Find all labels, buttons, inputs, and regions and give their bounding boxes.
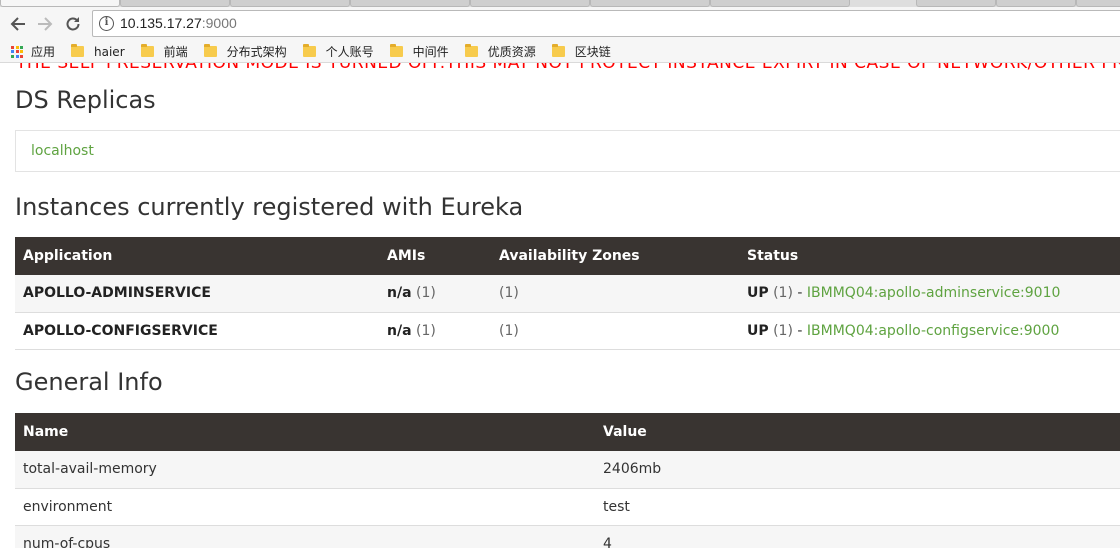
table-row: environment test [15, 488, 1120, 526]
bookmark-folder-label: 中间件 [412, 45, 449, 59]
status-count: (1) [773, 322, 793, 339]
folder-icon [464, 44, 478, 57]
tab[interactable] [710, 0, 850, 7]
bookmarks-bar: 应用 haier 前端 分布式架构 个人账号 中间件 优质资源 区块链 [0, 41, 1120, 63]
amis-cell: n/a (1) [379, 312, 491, 350]
amis-value: n/a [387, 322, 412, 339]
info-name: num-of-cpus [15, 525, 595, 548]
bookmark-folder-resources[interactable]: 优质资源 [464, 43, 536, 60]
info-name: environment [15, 488, 595, 526]
page-viewport: THE SELF PRESERVATION MODE IS TURNED OFF… [0, 63, 1120, 548]
column-header: AMIs [379, 237, 491, 275]
tab[interactable] [230, 0, 350, 7]
table-row: APOLLO-CONFIGSERVICE n/a (1) (1) UP (1) … [15, 312, 1120, 350]
bookmark-folder-label: haier [94, 44, 125, 59]
ds-replicas-list: localhost [15, 130, 1120, 172]
table-row: APOLLO-ADMINSERVICE n/a (1) (1) UP (1) -… [15, 275, 1120, 313]
bookmark-apps-label: 应用 [31, 45, 56, 59]
table-header-row: Name Value [15, 413, 1120, 451]
bookmark-folder-blockchain[interactable]: 区块链 [551, 43, 611, 60]
tab[interactable] [470, 0, 590, 7]
info-value: test [595, 488, 1120, 526]
bookmark-folder-distributed[interactable]: 分布式架构 [203, 43, 287, 60]
column-header: Value [595, 413, 1120, 451]
amis-count: (1) [415, 322, 436, 339]
status-cell: UP (1) - IBMMQ04:apollo-configservice:90… [739, 312, 1120, 350]
url-host: 10.135.17.27 [120, 15, 202, 31]
reload-icon [66, 17, 80, 31]
general-info-table: Name Value total-avail-memory 2406mb env… [15, 413, 1120, 548]
bookmark-folder-accounts[interactable]: 个人账号 [302, 43, 374, 60]
bookmark-folder-label: 前端 [163, 45, 188, 59]
tab[interactable] [120, 0, 230, 7]
amis-cell: n/a (1) [379, 275, 491, 313]
bookmark-folder-label: 优质资源 [487, 45, 536, 59]
general-info-title: General Info [15, 368, 163, 396]
instance-link[interactable]: IBMMQ04:apollo-configservice:9000 [807, 323, 1059, 339]
column-header: Status [739, 237, 1120, 275]
bookmark-folder-haier[interactable]: haier [71, 44, 125, 59]
application-name: APOLLO-ADMINSERVICE [15, 275, 379, 313]
tab-active[interactable] [0, 0, 120, 7]
table-row: num-of-cpus 4 [15, 525, 1120, 548]
back-arrow-icon [10, 17, 25, 31]
address-bar[interactable]: i 10.135.17.27:9000 [92, 10, 1120, 37]
amis-value: n/a [387, 285, 412, 302]
tab[interactable] [350, 0, 470, 7]
apps-grid-icon [11, 45, 23, 58]
folder-icon [203, 44, 217, 57]
tab-strip [0, 0, 1120, 7]
bookmark-folder-middleware[interactable]: 中间件 [389, 43, 449, 60]
url-text: 10.135.17.27:9000 [120, 15, 237, 32]
column-header: Application [15, 237, 379, 275]
bookmark-folder-label: 分布式架构 [226, 45, 287, 59]
column-header: Availability Zones [491, 237, 739, 275]
instances-title: Instances currently registered with Eure… [15, 193, 524, 221]
column-header: Name [15, 413, 595, 451]
amis-count: (1) [415, 285, 436, 302]
availability-zones: (1) [491, 312, 739, 350]
bookmark-apps[interactable]: 应用 [11, 43, 55, 60]
info-name: total-avail-memory [15, 451, 595, 489]
bookmark-folder-frontend[interactable]: 前端 [140, 43, 188, 60]
tab[interactable] [996, 0, 1076, 7]
replica-link[interactable]: localhost [31, 143, 94, 159]
folder-icon [140, 44, 154, 57]
availability-zones: (1) [491, 275, 739, 313]
reload-button[interactable] [62, 13, 84, 35]
table-row: total-avail-memory 2406mb [15, 451, 1120, 489]
info-value: 4 [595, 525, 1120, 548]
instance-link[interactable]: IBMMQ04:apollo-adminservice:9010 [807, 285, 1061, 301]
tab[interactable] [916, 0, 996, 7]
status-value: UP [747, 322, 769, 339]
tab[interactable] [590, 0, 710, 7]
url-port: :9000 [201, 15, 237, 31]
status-separator: - [797, 322, 803, 339]
back-button[interactable] [7, 13, 29, 35]
folder-icon [551, 44, 565, 57]
table-header-row: Application AMIs Availability Zones Stat… [15, 237, 1120, 275]
status-count: (1) [773, 285, 793, 302]
site-info-icon[interactable]: i [99, 16, 114, 31]
bookmark-folder-label: 个人账号 [325, 45, 374, 59]
folder-icon [389, 44, 403, 57]
status-cell: UP (1) - IBMMQ04:apollo-adminservice:901… [739, 275, 1120, 313]
forward-arrow-icon [38, 17, 53, 31]
instances-table: Application AMIs Availability Zones Stat… [15, 237, 1120, 350]
browser-toolbar: i 10.135.17.27:9000 [0, 7, 1120, 41]
status-value: UP [747, 285, 769, 302]
forward-button[interactable] [34, 13, 56, 35]
tab[interactable] [1076, 0, 1120, 7]
application-name: APOLLO-CONFIGSERVICE [15, 312, 379, 350]
folder-icon [302, 44, 316, 57]
self-preservation-warning: THE SELF PRESERVATION MODE IS TURNED OFF… [16, 63, 1120, 73]
ds-replicas-title: DS Replicas [15, 86, 156, 114]
info-value: 2406mb [595, 451, 1120, 489]
folder-icon [71, 44, 85, 57]
status-separator: - [797, 285, 803, 302]
bookmark-folder-label: 区块链 [574, 45, 611, 59]
